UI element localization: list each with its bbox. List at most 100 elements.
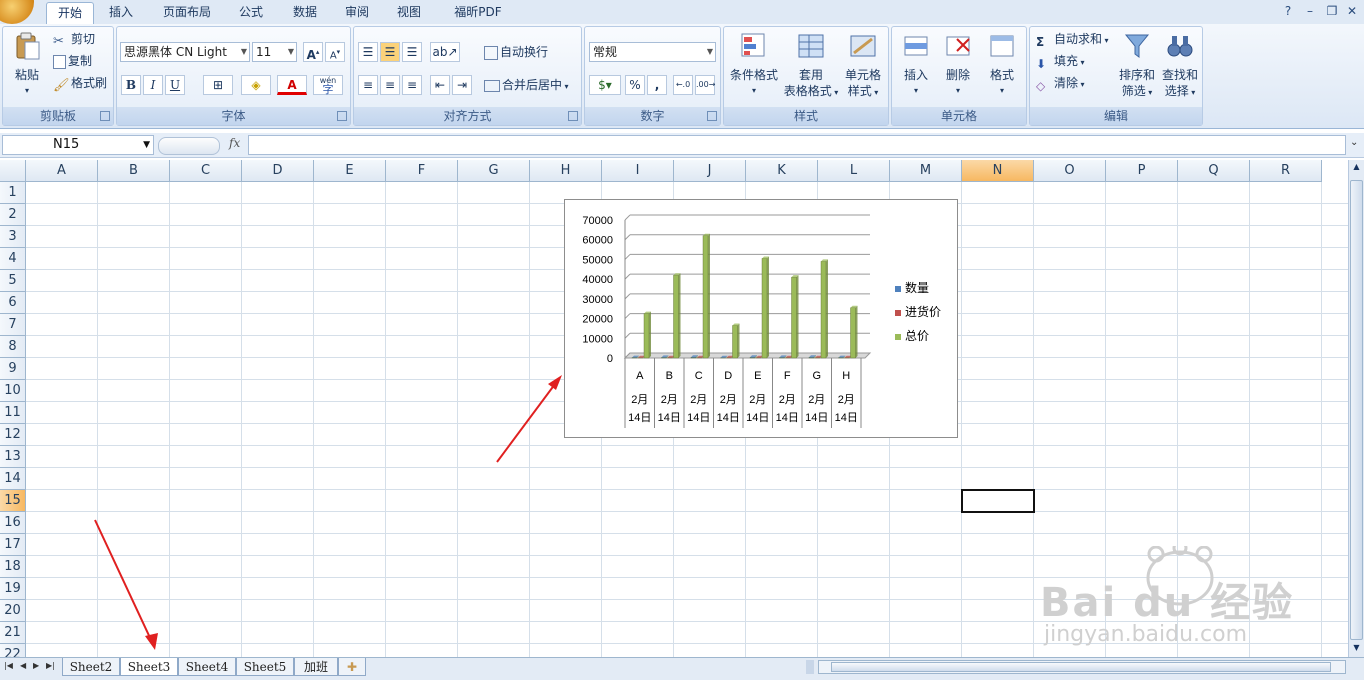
prev-sheet-icon[interactable]: ◀	[20, 661, 26, 670]
increase-indent-button[interactable]: ⇥	[452, 75, 472, 95]
comma-button[interactable]: ,	[647, 75, 667, 95]
sort-filter-button[interactable]: 排序和 筛选 ▾	[1116, 31, 1158, 101]
fill-button[interactable]: ⬇填充 ▾	[1036, 51, 1085, 71]
name-box-value: N15	[53, 137, 79, 152]
formula-bar: N15 ▼ fx ⌄	[0, 133, 1364, 158]
cell-styles-button[interactable]: 单元格 样式 ▾	[840, 31, 886, 101]
help-icon[interactable]: ?	[1280, 4, 1296, 18]
italic-button[interactable]: I	[143, 75, 163, 95]
insert-sheet-button[interactable]: ✚	[338, 658, 366, 676]
arrow-to-chart-head	[548, 375, 562, 390]
find-select-label-1: 查找和	[1158, 67, 1202, 83]
accounting-format-button[interactable]: $▾	[589, 75, 621, 95]
format-as-table-button[interactable]: 套用 表格格式 ▾	[782, 31, 840, 101]
conditional-format-button[interactable]: 条件格式▾	[726, 31, 782, 99]
styles-group-title: 样式	[724, 107, 888, 125]
tab-4[interactable]: 数据	[282, 2, 328, 24]
format-painter-button[interactable]: 🖌格式刷	[53, 73, 107, 93]
align-bottom-button[interactable]: ☰	[402, 42, 422, 62]
align-right-icon: ≡	[407, 78, 417, 92]
format-cells-button[interactable]: 格式▾	[980, 31, 1024, 99]
bold-button[interactable]: B	[121, 75, 141, 95]
increase-decimal-button[interactable]: ←.0	[673, 75, 693, 95]
sheet-tab-1[interactable]: Sheet3	[120, 658, 178, 676]
percent-button[interactable]: %	[625, 75, 645, 95]
arrow-to-chart	[497, 380, 558, 462]
cut-button[interactable]: ✂剪切	[53, 29, 95, 49]
sheet-tab-4[interactable]: 加班	[294, 658, 338, 676]
name-box-dropdown-icon[interactable]: ▼	[143, 136, 150, 154]
align-right-button[interactable]: ≡	[402, 75, 422, 95]
close-icon[interactable]: ✕	[1344, 4, 1360, 18]
office-button[interactable]	[0, 0, 34, 24]
merge-center-button[interactable]: 合并后居中 ▾	[484, 75, 569, 95]
formula-bar-splitter[interactable]	[158, 137, 220, 155]
minimize-icon[interactable]: –	[1302, 4, 1318, 18]
formula-input[interactable]	[248, 135, 1346, 155]
next-sheet-icon[interactable]: ▶	[33, 661, 39, 670]
scroll-down-icon[interactable]: ▼	[1350, 643, 1363, 657]
alignment-launcher[interactable]	[568, 111, 578, 121]
watermark-url: jingyan.baidu.com	[1044, 622, 1247, 647]
font-name-combo[interactable]: 思源黑体 CN Light▼	[120, 42, 250, 62]
phonetic-icon: 字	[323, 83, 334, 96]
wrap-text-label: 自动换行	[500, 45, 548, 59]
restore-icon[interactable]: ❐	[1324, 4, 1340, 18]
clear-button[interactable]: ◇清除 ▾	[1036, 73, 1085, 93]
font-size-combo[interactable]: 11▼	[252, 42, 297, 62]
format-as-table-label-2: 表格格式	[784, 84, 832, 98]
number-format-combo[interactable]: 常规▼	[589, 42, 716, 62]
wrap-text-button[interactable]: 自动换行	[484, 42, 548, 62]
align-top-button[interactable]: ☰	[358, 42, 378, 62]
orientation-icon: ab↗	[432, 45, 457, 59]
shrink-font-button[interactable]: A▾	[325, 42, 345, 62]
font-launcher[interactable]	[337, 111, 347, 121]
paste-label: 粘贴	[7, 67, 47, 83]
tab-5[interactable]: 审阅	[334, 2, 380, 24]
underline-button[interactable]: U	[165, 75, 185, 95]
tab-6[interactable]: 视图	[386, 2, 432, 24]
align-left-button[interactable]: ≡	[358, 75, 378, 95]
decrease-decimal-button[interactable]: .00→	[695, 75, 715, 95]
horizontal-scroll-thumb[interactable]	[831, 662, 1331, 672]
name-box[interactable]: N15 ▼	[2, 135, 154, 155]
sheet-tab-3[interactable]: Sheet5	[236, 658, 294, 676]
sheet-tab-2[interactable]: Sheet4	[178, 658, 236, 676]
last-sheet-icon[interactable]: ▶|	[46, 661, 55, 670]
find-select-button[interactable]: 查找和 选择 ▾	[1158, 31, 1202, 101]
delete-cells-button[interactable]: 删除▾	[938, 31, 978, 99]
vertical-scrollbar[interactable]: ▲ ▼	[1348, 160, 1364, 657]
fill-color-button[interactable]: ◈	[241, 75, 271, 95]
tab-1[interactable]: 插入	[98, 2, 144, 24]
font-color-button[interactable]: A	[277, 75, 307, 95]
editing-group: Σ自动求和 ▾ ⬇填充 ▾ ◇清除 ▾ 排序和 筛选 ▾ 查找和 选择 ▾ 编辑	[1029, 26, 1203, 126]
align-center-icon: ≡	[385, 78, 395, 92]
tab-2[interactable]: 页面布局	[152, 2, 222, 24]
decrease-indent-button[interactable]: ⇤	[430, 75, 450, 95]
align-middle-button[interactable]: ☰	[380, 42, 400, 62]
scroll-up-icon[interactable]: ▲	[1350, 162, 1363, 176]
copy-label: 复制	[68, 54, 92, 68]
borders-button[interactable]: ⊞	[203, 75, 233, 95]
copy-button[interactable]: 复制	[53, 51, 92, 71]
phonetic-button[interactable]: wén字	[313, 75, 343, 95]
orientation-button[interactable]: ab↗	[430, 42, 460, 62]
grow-font-button[interactable]: A▴	[303, 42, 323, 62]
vertical-scroll-thumb[interactable]	[1350, 180, 1363, 640]
expand-formula-bar-icon[interactable]: ⌄	[1350, 137, 1358, 148]
first-sheet-icon[interactable]: |◀	[4, 661, 13, 670]
insert-cells-button[interactable]: 插入▾	[896, 31, 936, 99]
align-center-button[interactable]: ≡	[380, 75, 400, 95]
tab-3[interactable]: 公式	[228, 2, 274, 24]
horizontal-scrollbar[interactable]	[818, 660, 1346, 674]
tab-0[interactable]: 开始	[46, 2, 94, 25]
clipboard-launcher[interactable]	[100, 111, 110, 121]
autosum-button[interactable]: Σ自动求和 ▾	[1036, 29, 1109, 49]
tab-7[interactable]: 福昕PDF	[440, 2, 516, 24]
insert-function-button[interactable]: fx	[229, 136, 240, 150]
paintbrush-icon: 🖌	[53, 76, 69, 92]
number-launcher[interactable]	[707, 111, 717, 121]
tab-split-handle[interactable]	[806, 660, 814, 674]
paste-button[interactable]: 粘贴 ▾	[7, 31, 47, 99]
sheet-tab-0[interactable]: Sheet2	[62, 658, 120, 676]
